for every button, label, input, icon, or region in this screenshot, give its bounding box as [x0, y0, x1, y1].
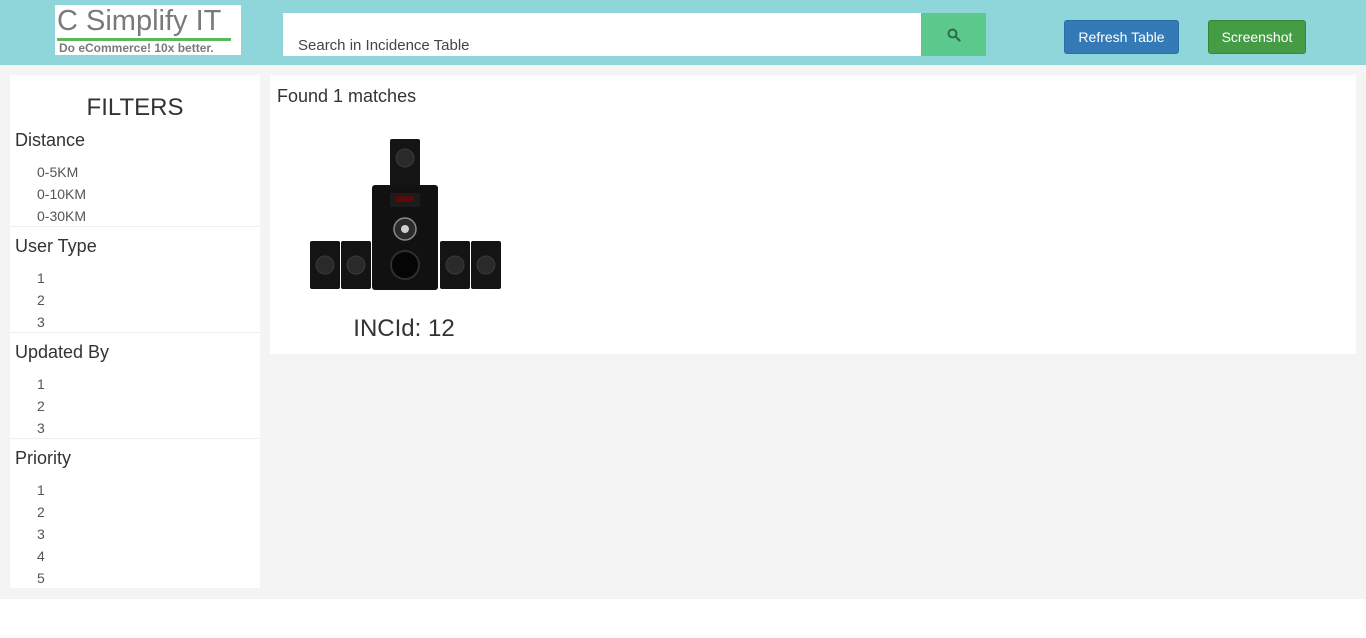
screenshot-button[interactable]: Screenshot: [1208, 20, 1306, 54]
filter-item-updated-by[interactable]: 1: [37, 376, 45, 392]
filters-title: FILTERS: [86, 94, 184, 121]
filter-item-distance[interactable]: 0-10KM: [37, 186, 86, 202]
filter-item-user-type[interactable]: 2: [37, 292, 45, 308]
filter-divider: [10, 226, 260, 227]
logo-tagline: Do eCommerce! 10x better.: [59, 41, 214, 55]
filter-item-priority[interactable]: 2: [37, 504, 45, 520]
speaker-system-image: [304, 125, 504, 295]
search-icon: [947, 28, 961, 42]
search-button[interactable]: [921, 13, 986, 56]
filter-group-title-updated-by: Updated By: [15, 342, 110, 362]
filter-group-title-distance: Distance: [15, 130, 86, 150]
filter-group-title-priority: Priority: [15, 448, 72, 468]
result-card-label[interactable]: INCId: 12: [304, 315, 504, 343]
filter-item-priority[interactable]: 1: [37, 482, 45, 498]
result-card-image[interactable]: [304, 125, 504, 295]
filter-item-distance[interactable]: 0-30KM: [37, 208, 86, 224]
filter-item-updated-by[interactable]: 2: [37, 398, 45, 414]
results-count: Found 1 matches: [277, 86, 417, 106]
filter-item-user-type[interactable]: 3: [37, 314, 45, 330]
search-input[interactable]: [283, 13, 922, 56]
filter-group-title-user-type: User Type: [15, 236, 97, 256]
filter-item-priority[interactable]: 4: [37, 548, 45, 564]
filter-divider: [10, 438, 260, 439]
filter-item-distance[interactable]: 0-5KM: [37, 164, 78, 180]
filter-item-priority[interactable]: 5: [37, 570, 45, 586]
top-bar: C Simplify IT Do eCommerce! 10x better. …: [0, 0, 1366, 65]
filters-sidebar: FILTERS Distance 0-5KM 0-10KM 0-30KM Use…: [10, 75, 260, 588]
filter-item-priority[interactable]: 3: [37, 526, 45, 542]
filter-item-user-type[interactable]: 1: [37, 270, 45, 286]
logo[interactable]: C Simplify IT Do eCommerce! 10x better.: [55, 5, 241, 55]
logo-text: C Simplify IT: [57, 5, 222, 37]
refresh-table-button[interactable]: Refresh Table: [1064, 20, 1179, 54]
filter-item-updated-by[interactable]: 3: [37, 420, 45, 436]
results-panel: Found 1 matches INCId: 12: [270, 75, 1356, 354]
filter-divider: [10, 332, 260, 333]
